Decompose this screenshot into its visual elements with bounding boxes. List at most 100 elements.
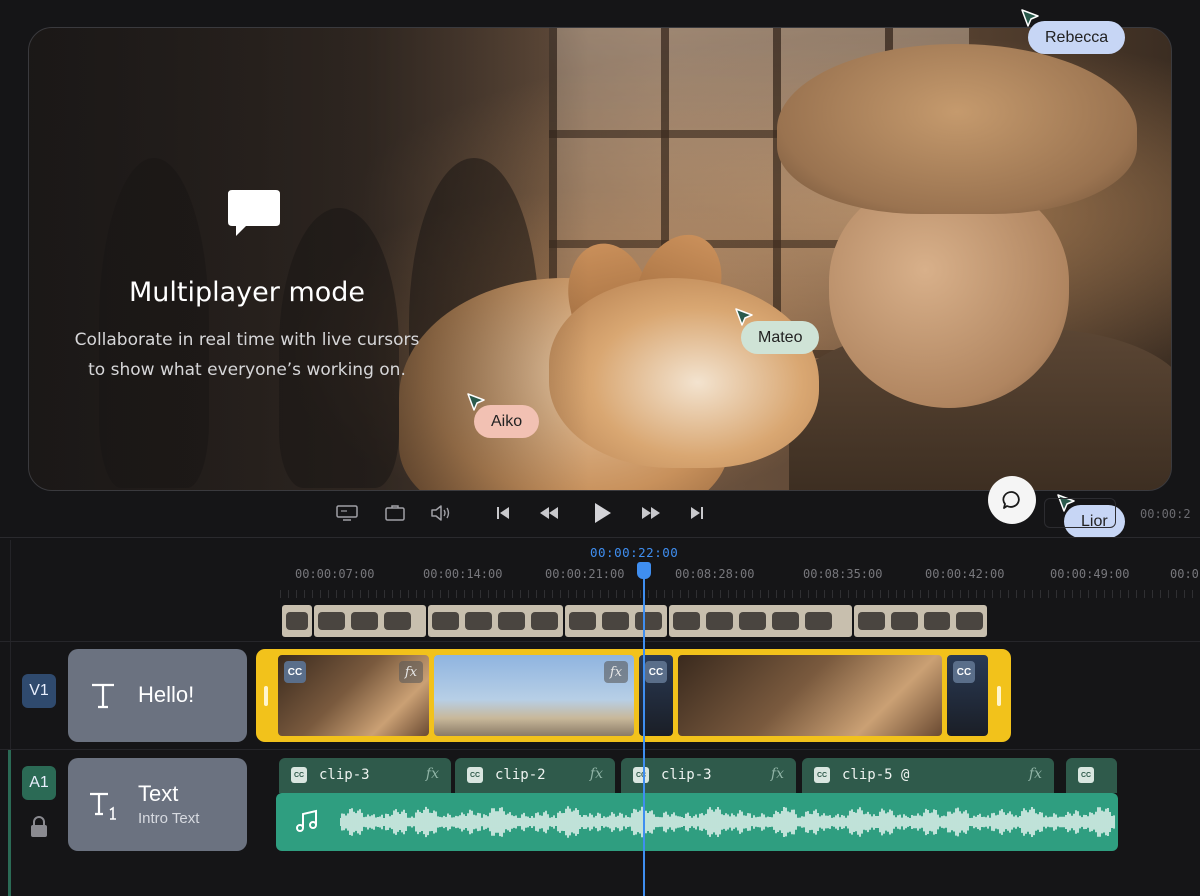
filmstrip-frame	[956, 612, 984, 630]
skip-end-icon	[691, 507, 703, 519]
filmstrip-segment	[564, 605, 668, 637]
captions-badge: CC	[814, 767, 830, 783]
fast-forward-icon	[642, 507, 660, 519]
filmstrip-frame	[497, 612, 525, 630]
cursor-label: Rebecca	[1028, 21, 1126, 54]
play-button[interactable]	[586, 498, 616, 528]
filmstrip-frame	[351, 612, 378, 630]
effects-badge[interactable]: fx	[399, 661, 423, 683]
filmstrip-frame	[318, 612, 345, 630]
track-card-audio[interactable]: Text Intro Text	[68, 758, 247, 851]
filmstrip-frame	[706, 612, 734, 630]
text-subscript-icon	[90, 792, 116, 820]
video-clip[interactable]	[676, 653, 944, 738]
ruler-tick-label: 00:00:49:00	[1050, 567, 1130, 581]
audio-clip-name: clip-5 @	[842, 767, 910, 783]
promo-subtitle: Collaborate in real time with live curso…	[39, 325, 455, 385]
trim-handle-right[interactable]	[997, 686, 1001, 706]
track-card-video[interactable]: Hello!	[68, 649, 247, 742]
timeline-ruler[interactable]	[280, 590, 1200, 598]
ruler-tick-label: 00:08:28:00	[675, 567, 755, 581]
filmstrip-frame	[890, 612, 918, 630]
playhead-handle[interactable]	[637, 562, 651, 579]
filmstrip-frame	[634, 612, 662, 630]
promo-title: Multiplayer mode	[128, 277, 366, 308]
skip-to-start-button[interactable]	[488, 498, 518, 528]
filmstrip-frame	[739, 612, 767, 630]
audio-clip[interactable]: CC clip-3 fx	[621, 758, 796, 793]
track-card-title: Hello!	[138, 682, 195, 707]
audio-waveform[interactable]	[276, 793, 1118, 851]
screen-icon	[336, 505, 358, 521]
effects-badge[interactable]: fx	[426, 766, 439, 782]
current-timecode: 00:00:2	[1140, 507, 1191, 521]
audio-clip-name: clip-3	[661, 767, 712, 783]
safe-area-button[interactable]	[380, 498, 410, 528]
filmstrip-segment	[669, 605, 853, 637]
video-clip[interactable]: CC fx	[276, 653, 431, 738]
playhead-line[interactable]	[643, 572, 645, 896]
captions-badge: CC	[645, 661, 667, 683]
captions-badge: CC	[467, 767, 483, 783]
rewind-button[interactable]	[534, 498, 564, 528]
cursor-label: Mateo	[741, 321, 820, 354]
timecode-field[interactable]	[1044, 498, 1116, 528]
comment-button[interactable]	[988, 476, 1036, 524]
track-divider	[0, 749, 1200, 750]
ruler-tick-label: 00:00:07:00	[295, 567, 375, 581]
comment-icon	[1002, 491, 1020, 509]
promo-subtitle-line: Collaborate in real time with live curso…	[74, 330, 420, 350]
filmstrip-frame	[601, 612, 629, 630]
waveform-path	[340, 806, 1115, 838]
rewind-icon	[540, 507, 558, 519]
filmstrip-frame	[464, 612, 492, 630]
trim-handle-left[interactable]	[264, 686, 268, 706]
filmstrip-frame	[805, 612, 833, 630]
captions-badge: CC	[633, 767, 649, 783]
track-badge-v1[interactable]: V1	[22, 674, 56, 708]
ruler-tick-label: 00:00:14:00	[423, 567, 503, 581]
filmstrip-segment	[427, 605, 563, 637]
effects-badge[interactable]: fx	[590, 766, 603, 782]
skip-start-icon	[497, 507, 509, 519]
cursor-label: Aiko	[474, 405, 540, 438]
audio-clip[interactable]: CC clip-3 fx	[279, 758, 451, 793]
fast-forward-button[interactable]	[636, 498, 666, 528]
audio-clip-name: clip-2	[495, 767, 546, 783]
waveform-graphic	[340, 806, 1115, 838]
audio-clip-name: clip-3	[319, 767, 370, 783]
track-badge-a1[interactable]: A1	[22, 766, 56, 800]
audio-track-accent	[8, 750, 11, 896]
volume-button[interactable]	[426, 498, 456, 528]
track-divider	[0, 641, 1200, 642]
filmstrip-segment	[314, 605, 426, 637]
skip-to-end-button[interactable]	[682, 498, 712, 528]
video-clip[interactable]: fx	[432, 653, 636, 738]
audio-clip[interactable]: CC	[1066, 758, 1117, 793]
audio-clip[interactable]: CC clip-5 @ fx	[802, 758, 1054, 793]
audio-clip[interactable]: CC clip-2 fx	[455, 758, 615, 793]
ruler-tick-label: 00:08:35:00	[803, 567, 883, 581]
lock-icon[interactable]	[29, 815, 49, 839]
video-preview[interactable]: Multiplayer mode Collaborate in real tim…	[28, 27, 1172, 491]
filmstrip-frame	[384, 612, 411, 630]
video-clip[interactable]: CC	[945, 653, 990, 738]
screen-button[interactable]	[332, 498, 362, 528]
effects-badge[interactable]: fx	[1029, 766, 1042, 782]
track-card-title: Text	[138, 781, 179, 806]
filmstrip-frame	[286, 612, 308, 630]
filmstrip-frame	[530, 612, 558, 630]
captions-badge: CC	[284, 661, 306, 683]
play-icon	[595, 503, 611, 523]
video-clip-group[interactable]: CC fx fx CC CC	[256, 649, 1011, 742]
filmstrip-overview[interactable]	[282, 605, 988, 637]
timeline-divider	[0, 537, 1200, 538]
text-tool-icon	[92, 683, 114, 709]
effects-badge[interactable]: fx	[771, 766, 784, 782]
effects-badge[interactable]: fx	[604, 661, 628, 683]
captions-badge: CC	[953, 661, 975, 683]
promo-subtitle-line: to show what everyone’s working on.	[88, 360, 406, 380]
briefcase-icon	[385, 505, 405, 521]
ruler-tick-label: 00:0	[1170, 567, 1199, 581]
captions-badge: CC	[291, 767, 307, 783]
